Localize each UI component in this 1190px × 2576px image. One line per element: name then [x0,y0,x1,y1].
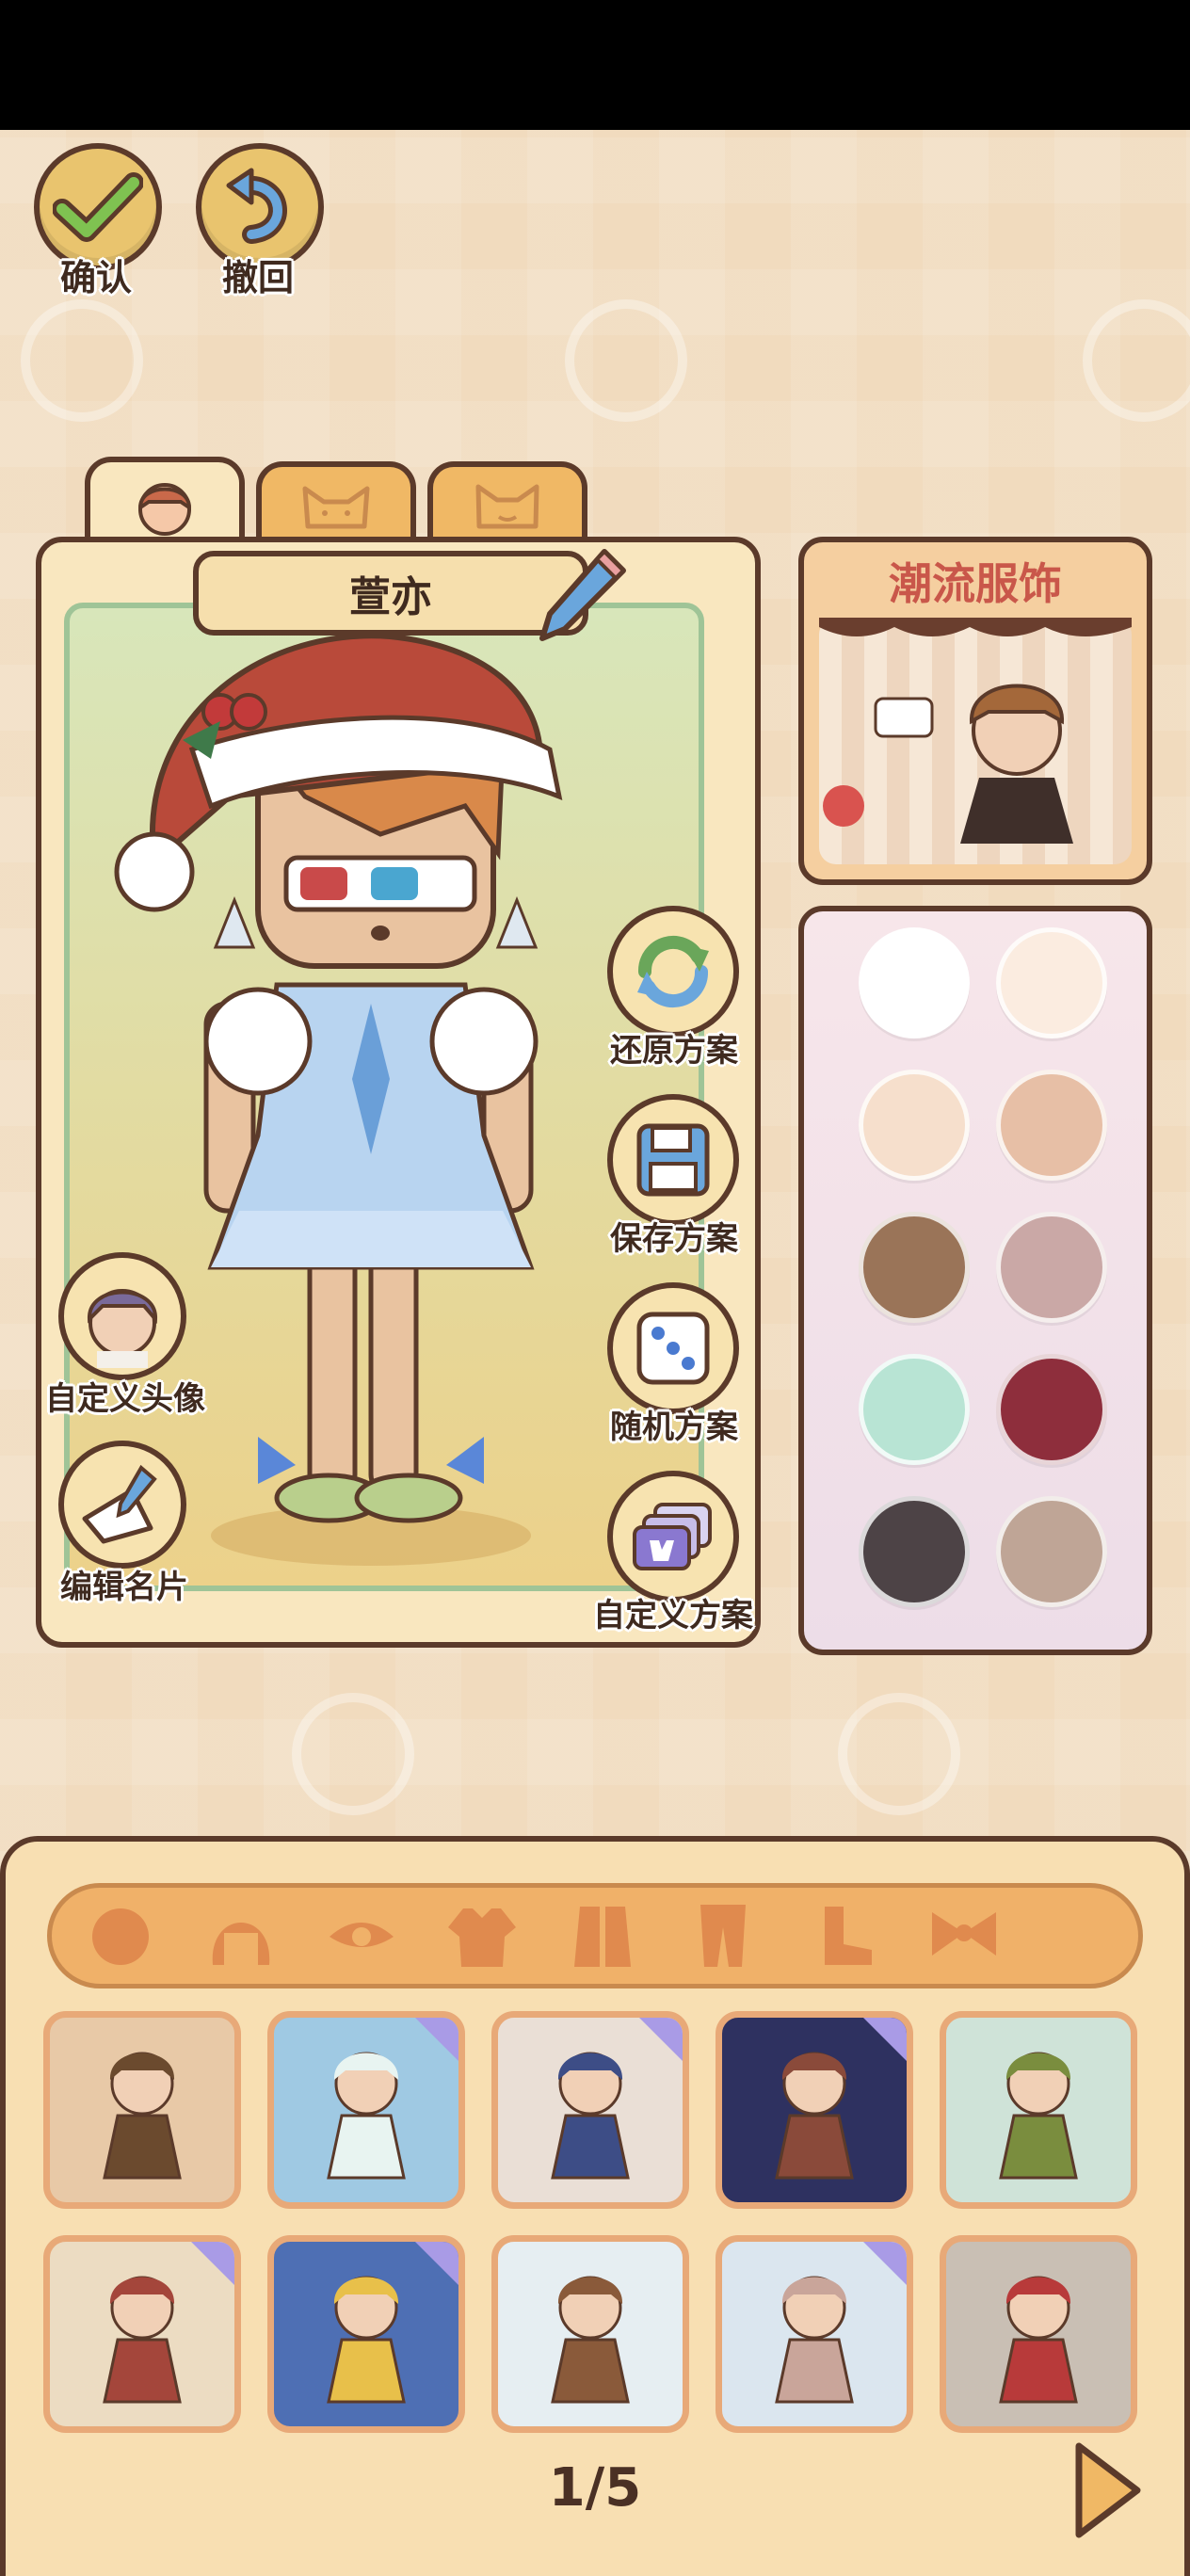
confirm-label: 确认 [60,257,133,298]
character-name-plate[interactable]: 萱亦 [193,551,588,636]
play-badge-icon [415,2242,458,2285]
person-head-icon [137,483,192,536]
edit-card-icon [82,1464,157,1544]
outfit-thumbnail[interactable] [940,2235,1137,2433]
outfit-preview [103,2052,182,2180]
face-icon [92,1908,149,1965]
outfit-preview [551,2276,630,2404]
sun-pattern [292,1693,414,1815]
edit-card-button[interactable] [58,1441,186,1569]
eye-icon [330,1923,394,1947]
play-badge-icon [415,2018,458,2061]
sun-pattern [21,299,143,422]
dice-icon [636,1312,710,1385]
outfit-thumbnail[interactable] [716,2235,913,2433]
outfit-preview [999,2276,1078,2404]
character-stage [64,603,704,1591]
outfit-thumbnail[interactable] [267,2011,465,2209]
edit-card-label: 编辑名片 [60,1569,188,1606]
random-plan-button[interactable] [607,1282,739,1414]
fashion-banner-art [819,618,1132,864]
bow-icon [932,1912,996,1956]
custom-avatar-button[interactable] [58,1252,186,1380]
color-swatch[interactable] [996,1354,1107,1465]
color-swatch[interactable] [996,1070,1107,1181]
color-swatch[interactable] [859,1496,970,1607]
page-indicator: 1/5 [548,2457,642,2519]
save-plan-label: 保存方案 [610,1220,738,1258]
play-badge-icon [191,2242,234,2285]
category-top[interactable] [437,1900,527,1973]
avatar-icon [87,1289,158,1368]
outfit-thumbnail[interactable] [43,2011,241,2209]
undo-label: 撤回 [222,257,295,298]
color-swatch[interactable] [996,927,1107,1038]
category-shoes[interactable] [798,1900,889,1973]
category-eye[interactable] [316,1900,407,1973]
color-swatch[interactable] [859,1354,970,1465]
save-plan-button[interactable] [607,1094,739,1226]
floppy-disk-icon [636,1123,710,1197]
status-bar [0,0,1190,130]
cat-face-icon [302,486,370,529]
top-icon [448,1908,516,1967]
category-pants[interactable] [678,1900,768,1973]
color-swatch[interactable] [859,1070,970,1181]
category-coat[interactable] [557,1900,648,1973]
outfit-thumbnail[interactable] [43,2235,241,2433]
outfit-thumbnail[interactable] [491,2011,689,2209]
sun-pattern [565,299,687,422]
category-hair[interactable] [196,1900,286,1973]
undo-arrow-icon [226,168,287,244]
restore-plan-label: 还原方案 [610,1032,738,1070]
play-badge-icon [639,2018,683,2061]
category-bow[interactable] [919,1900,1009,1973]
coat-icon [574,1907,631,1967]
fashion-banner[interactable]: 潮流服饰 [798,537,1152,885]
color-swatch[interactable] [996,1212,1107,1323]
color-swatch[interactable] [859,1212,970,1323]
sun-pattern [1083,299,1190,422]
fashion-character-art [819,618,1132,844]
random-plan-label: 随机方案 [610,1409,738,1446]
next-page-button[interactable] [1069,2439,1145,2542]
character-figure[interactable] [70,608,699,1586]
refresh-icon [637,935,709,1008]
pencil-icon[interactable] [537,544,631,648]
custom-avatar-label: 自定义头像 [45,1380,205,1418]
hair-icon [212,1923,270,1965]
tab-pet-2[interactable] [427,461,587,548]
sun-pattern [838,1693,960,1815]
outfit-thumbnail[interactable] [491,2235,689,2433]
fashion-banner-title: 潮流服饰 [889,558,1062,609]
tab-pet-1[interactable] [256,461,416,548]
color-swatch[interactable] [996,1496,1107,1607]
shoes-icon [825,1907,872,1965]
play-badge-icon [863,2242,907,2285]
character-name: 萱亦 [349,573,432,621]
play-badge-icon [863,2018,907,2061]
restore-plan-button[interactable] [607,906,739,1038]
cat-smile-icon [475,484,539,529]
outfit-thumbnail[interactable] [716,2011,913,2209]
outfit-thumbnail[interactable] [940,2011,1137,2209]
outfit-preview [999,2052,1078,2180]
pants-icon [700,1905,746,1967]
cards-icon [633,1503,712,1570]
custom-plan-label: 自定义方案 [593,1597,753,1634]
category-face[interactable] [75,1900,166,1973]
checkmark-icon [53,172,143,242]
color-swatch[interactable] [859,927,970,1038]
custom-plan-button[interactable] [607,1471,739,1602]
outfit-thumbnail[interactable] [267,2235,465,2433]
